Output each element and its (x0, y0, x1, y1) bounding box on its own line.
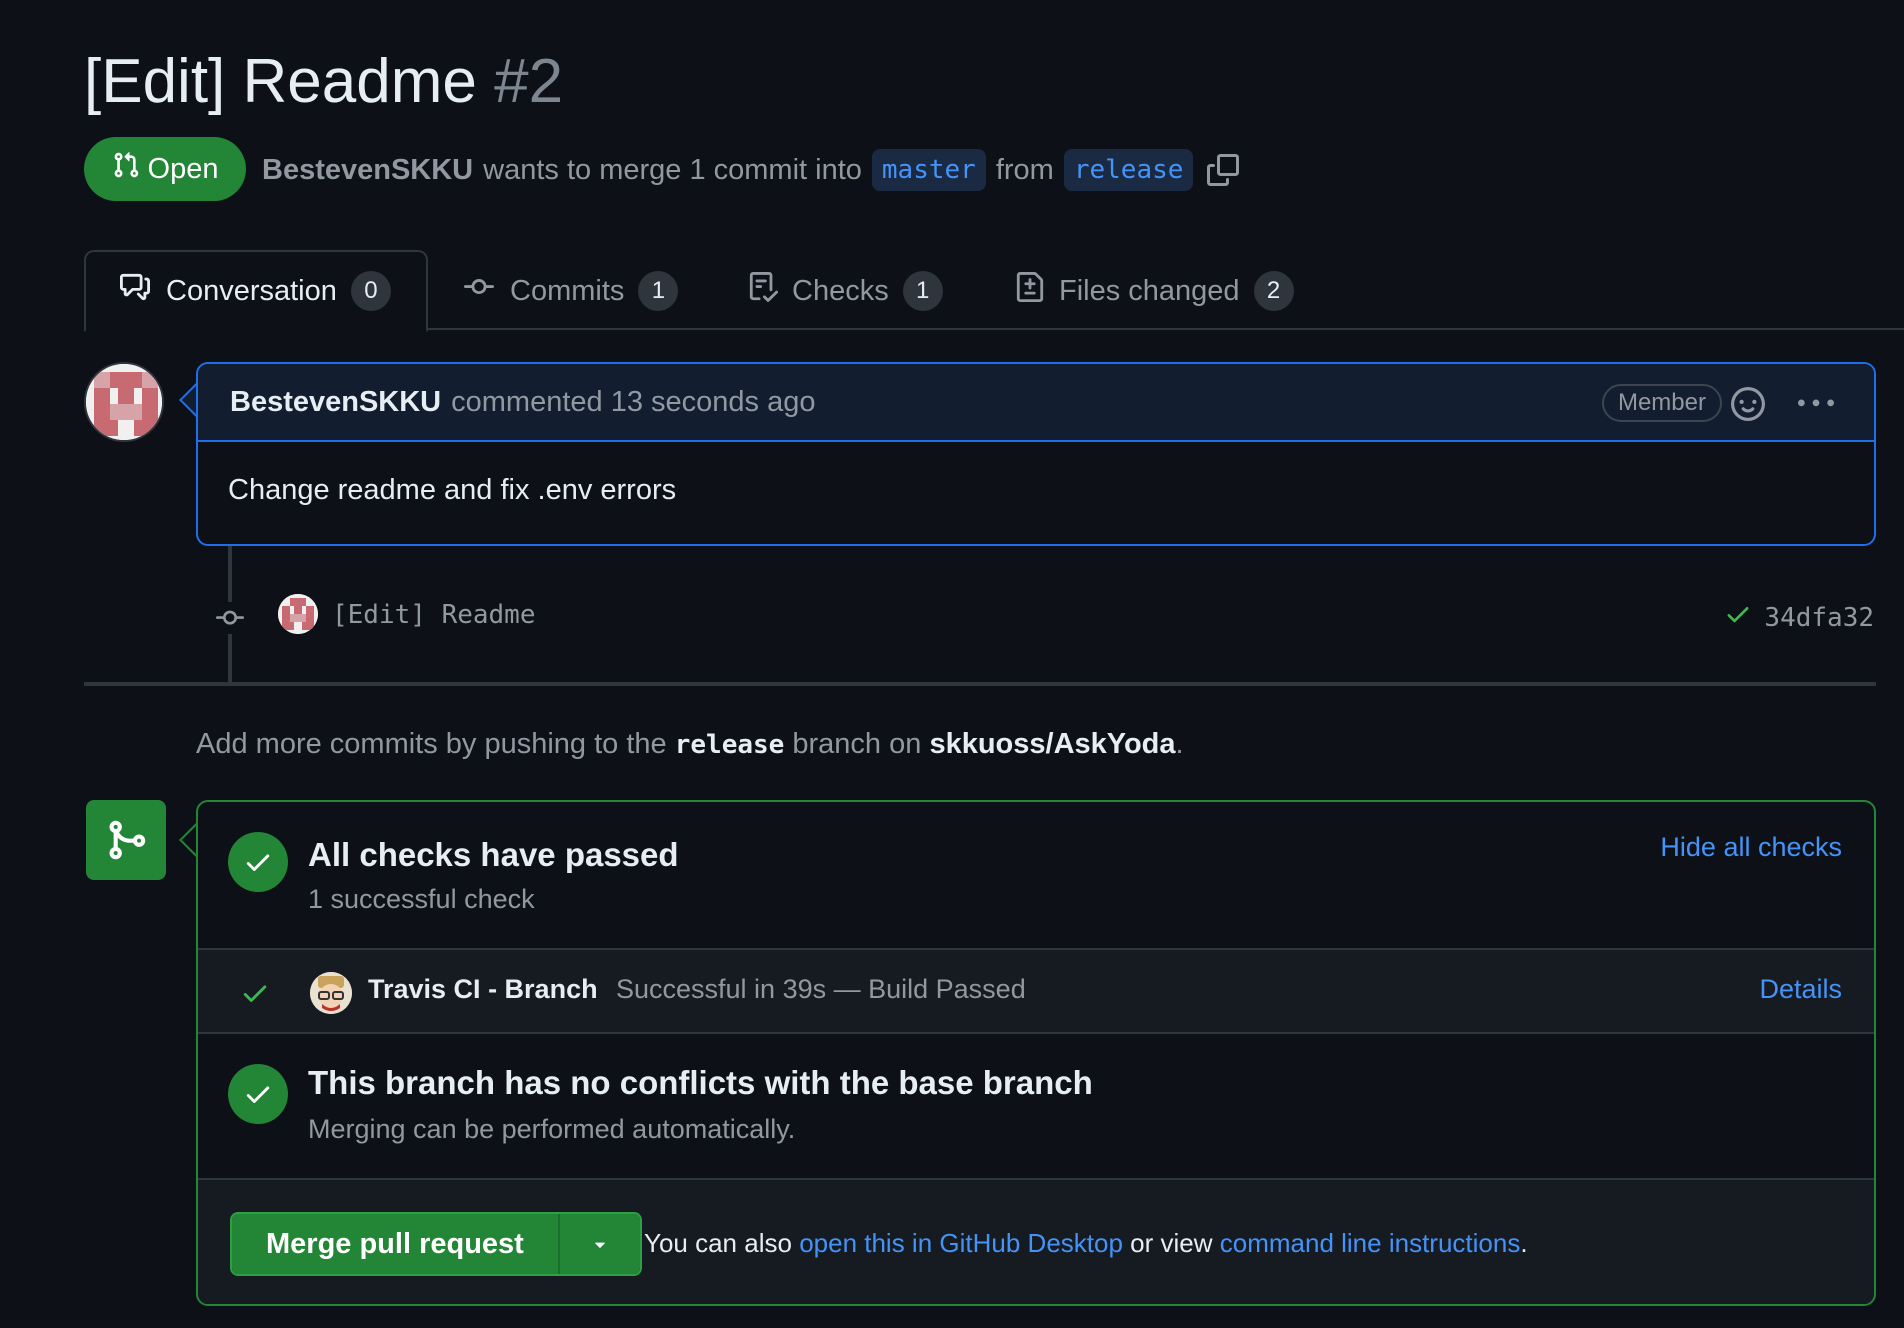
push-hint: Add more commits by pushing to the relea… (196, 728, 1184, 761)
commit-author-avatar[interactable] (278, 594, 318, 634)
comment-discussion-icon (118, 272, 152, 310)
pr-tabs: Conversation 0 Commits 1 Checks 1 Files … (84, 250, 1904, 332)
tab-commits-label: Commits (510, 274, 625, 307)
comment-author-link[interactable]: BestevenSKKU (230, 386, 441, 419)
checklist-icon (748, 271, 779, 311)
git-commit-icon (462, 272, 496, 310)
pr-from-text: from (995, 153, 1054, 186)
timeline-divider (84, 682, 1876, 686)
commit-sha-link[interactable]: 34dfa32 (1764, 603, 1874, 633)
pr-meta: BestevenSKKU wants to merge 1 commit int… (262, 144, 1243, 196)
commit-sha-group: 34dfa32 (1724, 600, 1874, 635)
check-circle-icon (228, 1064, 288, 1124)
smiley-icon[interactable] (1728, 384, 1768, 424)
tab-conversation[interactable]: Conversation 0 (84, 250, 428, 332)
travis-ci-avatar (310, 972, 352, 1014)
comment-action-text: commented 13 seconds ago (451, 385, 816, 418)
checks-summary: All checks have passed 1 successful chec… (198, 802, 1874, 950)
avatar[interactable] (84, 362, 164, 442)
pr-title: [Edit] Readme #2 (84, 42, 563, 122)
base-branch-chip[interactable]: master (871, 149, 986, 191)
pr-merge-text: wants to merge 1 commit into (483, 153, 862, 186)
pull-request-icon (112, 150, 140, 188)
merge-note-suffix: . (1520, 1228, 1528, 1258)
merge-button-group: Merge pull request (230, 1212, 642, 1276)
pr-author-link[interactable]: BestevenSKKU (262, 154, 473, 187)
tab-conversation-label: Conversation (166, 274, 337, 307)
copy-icon[interactable] (1203, 150, 1243, 190)
kebab-horizontal-icon[interactable] (1792, 384, 1840, 424)
tab-files-changed-label: Files changed (1059, 274, 1240, 307)
tab-conversation-count: 0 (350, 271, 391, 311)
check-icon (240, 978, 270, 1013)
checks-title: All checks have passed (308, 836, 679, 873)
push-hint-repo-link[interactable]: skkuoss/AskYoda (929, 728, 1175, 760)
conflicts-status: This branch has no conflicts with the ba… (198, 1034, 1874, 1180)
merge-footer: Merge pull request You can also open thi… (198, 1180, 1874, 1304)
triangle-down-icon[interactable] (557, 1214, 640, 1274)
conflicts-subtitle: Merging can be performed automatically. (308, 1114, 796, 1144)
check-name: Travis CI - Branch (368, 974, 598, 1004)
tab-commits[interactable]: Commits 1 (430, 250, 710, 332)
tab-files-changed[interactable]: Files changed 2 (983, 250, 1326, 332)
checks-subtitle: 1 successful check (308, 884, 535, 914)
conflicts-title: This branch has no conflicts with the ba… (308, 1064, 1093, 1101)
check-row: Travis CI - Branch Successful in 39s — B… (198, 950, 1874, 1034)
merge-note: You can also open this in GitHub Desktop… (644, 1228, 1528, 1259)
comment-header: BestevenSKKU commented 13 seconds ago Me… (198, 364, 1874, 442)
git-merge-icon (86, 800, 166, 880)
push-hint-prefix: Add more commits by pushing to the (196, 728, 667, 760)
check-circle-icon (228, 832, 288, 892)
push-hint-branch: release (674, 730, 785, 760)
tab-files-changed-count: 2 (1253, 271, 1294, 311)
merge-box: All checks have passed 1 successful chec… (196, 800, 1876, 1306)
push-hint-middle: branch on (792, 728, 922, 760)
merge-pull-request-button[interactable]: Merge pull request (232, 1214, 558, 1274)
commit-message-link[interactable]: [Edit] Readme (332, 600, 536, 630)
tab-checks-count: 1 (902, 271, 943, 311)
comment-card: BestevenSKKU commented 13 seconds ago Me… (196, 362, 1876, 546)
tab-checks[interactable]: Checks 1 (716, 250, 975, 332)
hide-all-checks-link[interactable]: Hide all checks (1660, 832, 1842, 863)
file-diff-icon (1015, 271, 1045, 311)
pr-title-text: [Edit] Readme (84, 47, 477, 116)
check-details-link[interactable]: Details (1759, 974, 1842, 1005)
push-hint-suffix: . (1175, 728, 1184, 760)
comment-body: Change readme and fix .env errors (228, 474, 677, 506)
pr-state-label: Open (147, 152, 219, 185)
check-icon[interactable] (1724, 600, 1752, 635)
github-desktop-link[interactable]: open this in GitHub Desktop (799, 1228, 1123, 1258)
command-line-instructions-link[interactable]: command line instructions (1220, 1228, 1521, 1258)
merge-note-middle: or view (1130, 1228, 1213, 1258)
check-description: Successful in 39s — Build Passed (616, 974, 1026, 1004)
merge-note-prefix: You can also (644, 1228, 792, 1258)
member-badge: Member (1601, 384, 1722, 422)
tab-commits-count: 1 (638, 271, 679, 311)
tab-checks-label: Checks (792, 274, 889, 307)
head-branch-chip[interactable]: release (1063, 149, 1194, 191)
pr-state-badge: Open (84, 137, 246, 201)
git-commit-icon (212, 602, 248, 634)
pr-number: #2 (494, 47, 564, 116)
